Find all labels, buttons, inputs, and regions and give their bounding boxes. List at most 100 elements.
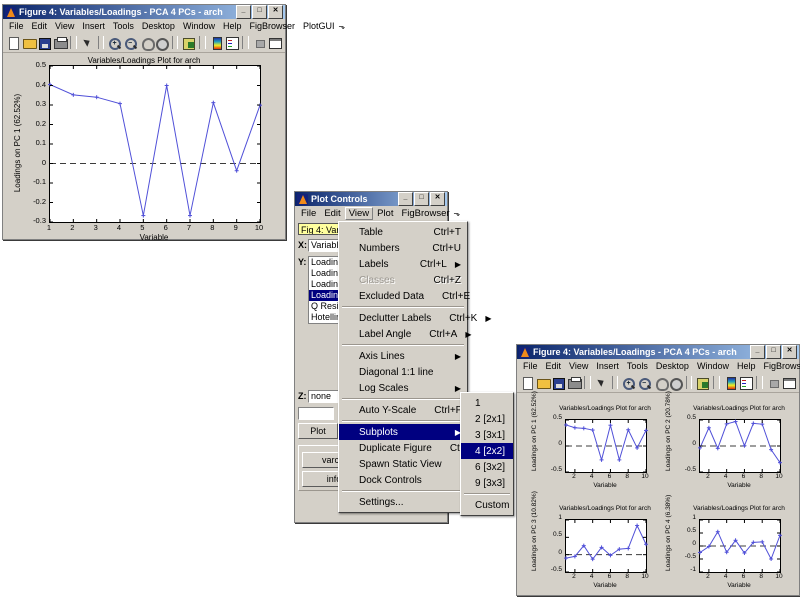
menubar-overflow-icon[interactable]: ⬎ <box>339 22 349 31</box>
menu-item-subplots[interactable]: Subplots▶ <box>339 424 467 440</box>
new-figure-icon[interactable] <box>6 36 21 50</box>
menu-figbrowser[interactable]: FigBrowser <box>759 360 800 372</box>
menu-figbrowser[interactable]: FigBrowser <box>245 20 299 32</box>
hide-plot-tools-icon[interactable] <box>252 36 267 50</box>
menu-file[interactable]: File <box>297 207 320 220</box>
window-buttons[interactable]: _ □ ✕ <box>750 345 797 359</box>
legend-icon[interactable] <box>738 376 753 390</box>
show-plot-tools-icon[interactable] <box>267 36 282 50</box>
rotate3d-icon[interactable] <box>154 36 169 50</box>
menu-item-labels[interactable]: LabelsCtrl+L▶ <box>339 256 467 272</box>
menubar[interactable]: File Edit View Plot FigBrowser ⬎ <box>295 206 447 220</box>
close-button[interactable]: ✕ <box>430 192 445 206</box>
aux-field[interactable] <box>298 407 334 420</box>
pan-icon[interactable] <box>139 36 154 50</box>
open-file-icon[interactable] <box>22 36 37 50</box>
print-figure-icon[interactable] <box>53 36 68 50</box>
menu-help[interactable]: Help <box>219 20 246 32</box>
menubar[interactable]: File Edit View Insert Tools Desktop Wind… <box>3 19 285 33</box>
menu-item-1[interactable]: 1 <box>461 395 513 411</box>
maximize-button[interactable]: □ <box>252 5 267 19</box>
menubar-overflow-icon[interactable]: ⬎ <box>454 209 464 218</box>
menu-item-diagonal-1-1-line[interactable]: Diagonal 1:1 line <box>339 364 467 380</box>
view-dropdown-menu[interactable]: TableCtrl+TNumbersCtrl+ULabelsCtrl+L▶Cla… <box>338 221 468 513</box>
figure-window-subplots[interactable]: Figure 4: Variables/Loadings - PCA 4 PCs… <box>516 344 800 596</box>
menu-item-log-scales[interactable]: Log Scales▶ <box>339 380 467 396</box>
save-figure-icon[interactable] <box>551 376 566 390</box>
menu-item-settings[interactable]: Settings... <box>339 494 467 510</box>
menu-item-4-2x2[interactable]: 4 [2x2] <box>461 443 513 459</box>
menu-edit[interactable]: Edit <box>542 360 566 372</box>
pointer-icon[interactable] <box>594 376 609 390</box>
minimize-button[interactable]: _ <box>750 345 765 359</box>
menu-insert[interactable]: Insert <box>78 20 109 32</box>
legend-icon[interactable] <box>224 36 239 50</box>
menu-item-auto-y-scale[interactable]: Auto Y-ScaleCtrl+F▶ <box>339 402 467 418</box>
colorbar-icon[interactable] <box>723 376 738 390</box>
menu-tools[interactable]: Tools <box>109 20 138 32</box>
pan-icon[interactable] <box>653 376 668 390</box>
menu-item-label-angle[interactable]: Label AngleCtrl+A▶ <box>339 326 467 342</box>
menu-item-3-3x1[interactable]: 3 [3x1] <box>461 427 513 443</box>
menu-edit[interactable]: Edit <box>28 20 52 32</box>
menu-item-numbers[interactable]: NumbersCtrl+U <box>339 240 467 256</box>
menu-item-spawn-static-view[interactable]: Spawn Static View <box>339 456 467 472</box>
toolbar[interactable]: + − <box>517 373 799 393</box>
maximize-button[interactable]: □ <box>766 345 781 359</box>
colorbar-icon[interactable] <box>209 36 224 50</box>
titlebar[interactable]: Figure 4: Variables/Loadings - PCA 4 PCs… <box>517 345 799 359</box>
menu-item-duplicate-figure[interactable]: Duplicate FigureCtrl+D <box>339 440 467 456</box>
subplots-submenu[interactable]: 12 [2x1]3 [3x1]4 [2x2]6 [3x2]9 [3x3] Cust… <box>460 392 514 516</box>
toolbar[interactable]: + − <box>3 33 285 53</box>
menu-desktop[interactable]: Desktop <box>652 360 693 372</box>
maximize-button[interactable]: □ <box>414 192 429 206</box>
zoom-out-icon[interactable]: − <box>123 36 138 50</box>
menu-item-custom[interactable]: Custom <box>461 497 513 513</box>
plot-button[interactable]: Plot <box>298 423 338 439</box>
menu-item-excluded-data[interactable]: Excluded DataCtrl+E <box>339 288 467 304</box>
menu-file[interactable]: File <box>519 360 542 372</box>
menubar[interactable]: File Edit View Insert Tools Desktop Wind… <box>517 359 799 373</box>
menu-edit[interactable]: Edit <box>320 207 344 220</box>
menu-insert[interactable]: Insert <box>592 360 623 372</box>
menu-view[interactable]: View <box>345 207 373 220</box>
menu-plot[interactable]: Plot <box>373 207 397 220</box>
hide-plot-tools-icon[interactable] <box>766 376 781 390</box>
menu-help[interactable]: Help <box>733 360 760 372</box>
titlebar[interactable]: Plot Controls _ □ ✕ <box>295 192 447 206</box>
close-button[interactable]: ✕ <box>268 5 283 19</box>
menu-item-6-3x2[interactable]: 6 [3x2] <box>461 459 513 475</box>
data-cursor-icon[interactable] <box>181 36 196 50</box>
minimize-button[interactable]: _ <box>236 5 251 19</box>
menu-desktop[interactable]: Desktop <box>138 20 179 32</box>
figure-window-main[interactable]: Figure 4: Variables/Loadings - PCA 4 PCs… <box>2 4 286 240</box>
zoom-out-icon[interactable]: − <box>637 376 652 390</box>
menu-item-declutter-labels[interactable]: Declutter LabelsCtrl+K▶ <box>339 310 467 326</box>
menu-figbrowser[interactable]: FigBrowser <box>397 207 453 220</box>
menu-view[interactable]: View <box>565 360 592 372</box>
menu-item-dock-controls[interactable]: Dock Controls <box>339 472 467 488</box>
minimize-button[interactable]: _ <box>398 192 413 206</box>
show-plot-tools-icon[interactable] <box>781 376 796 390</box>
close-button[interactable]: ✕ <box>782 345 797 359</box>
menu-window[interactable]: Window <box>693 360 733 372</box>
menu-tools[interactable]: Tools <box>623 360 652 372</box>
titlebar[interactable]: Figure 4: Variables/Loadings - PCA 4 PCs… <box>3 5 285 19</box>
pointer-icon[interactable] <box>80 36 95 50</box>
menu-plotgui[interactable]: PlotGUI <box>299 20 339 32</box>
menu-item-2-2x1[interactable]: 2 [2x1] <box>461 411 513 427</box>
menu-window[interactable]: Window <box>179 20 219 32</box>
open-file-icon[interactable] <box>536 376 551 390</box>
zoom-in-icon[interactable]: + <box>107 36 122 50</box>
zoom-in-icon[interactable]: + <box>621 376 636 390</box>
window-buttons[interactable]: _ □ ✕ <box>236 5 283 19</box>
print-figure-icon[interactable] <box>567 376 582 390</box>
window-buttons[interactable]: _ □ ✕ <box>398 192 445 206</box>
menu-item-9-3x3[interactable]: 9 [3x3] <box>461 475 513 491</box>
new-figure-icon[interactable] <box>520 376 535 390</box>
menu-item-axis-lines[interactable]: Axis Lines▶ <box>339 348 467 364</box>
rotate3d-icon[interactable] <box>668 376 683 390</box>
menu-view[interactable]: View <box>51 20 78 32</box>
menu-file[interactable]: File <box>5 20 28 32</box>
save-figure-icon[interactable] <box>37 36 52 50</box>
